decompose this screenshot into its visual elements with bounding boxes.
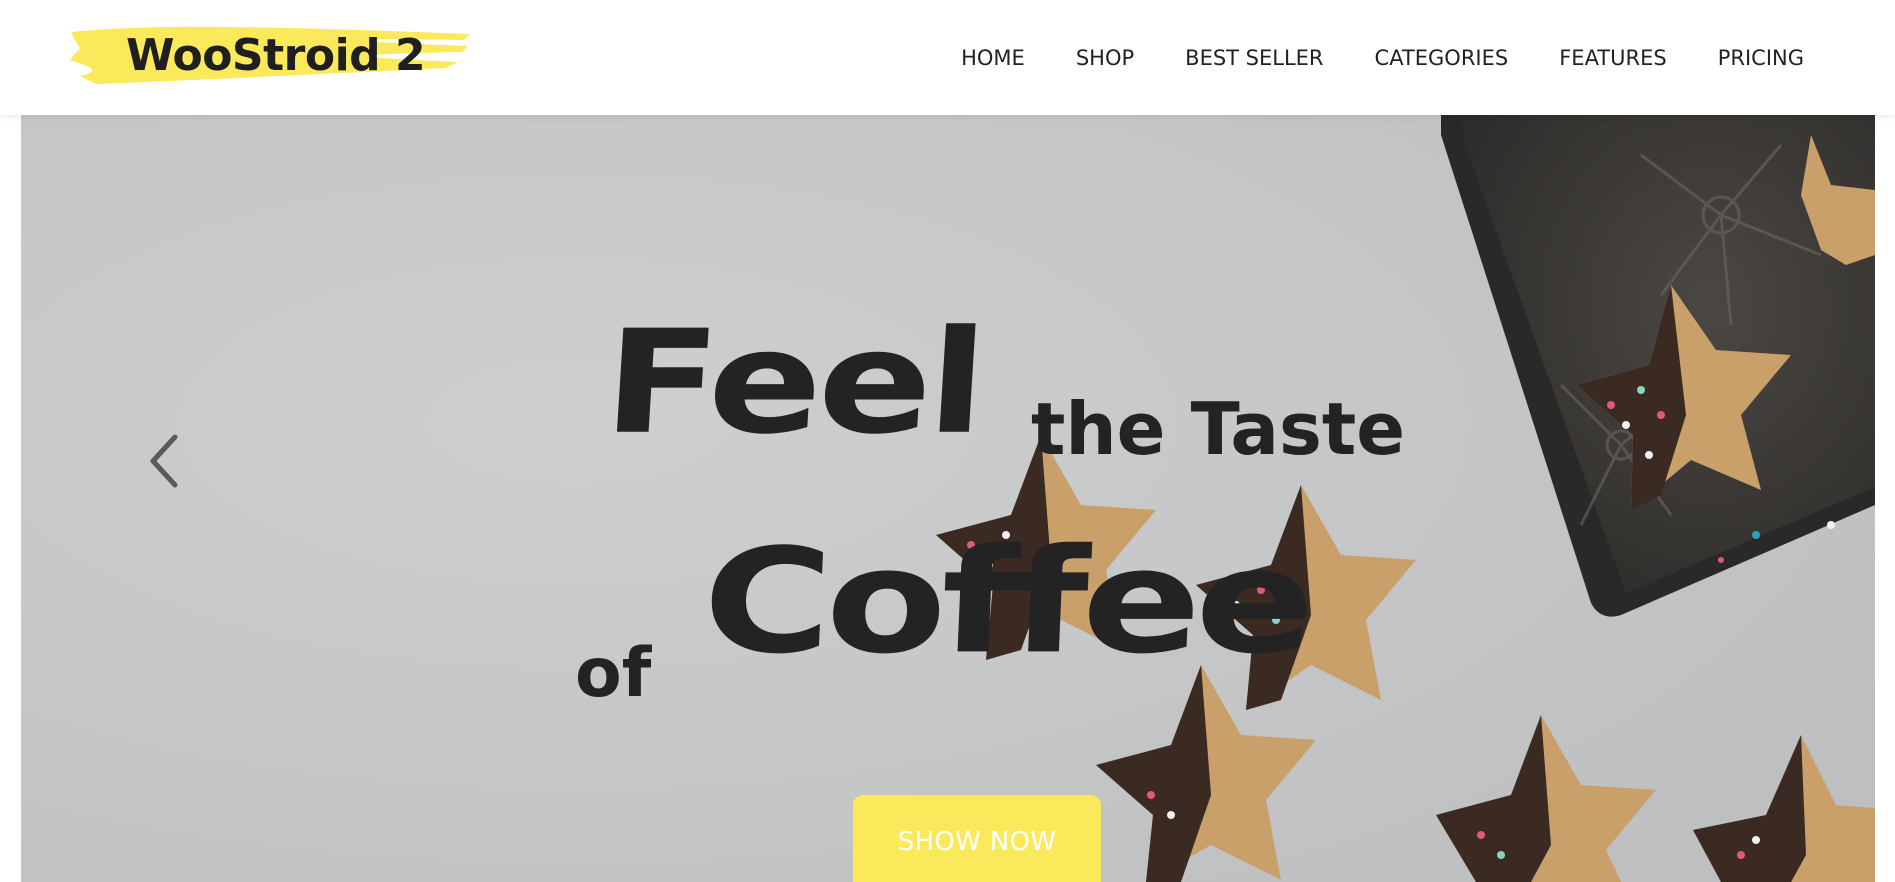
- nav-item-home[interactable]: HOME: [961, 46, 1025, 70]
- headline-word-the-taste: the Taste: [1031, 387, 1406, 471]
- main-nav: HOME SHOP BEST SELLER CATEGORIES FEATURE…: [910, 0, 1804, 115]
- logo-text: WooStroid 2: [126, 30, 426, 81]
- show-now-label: SHOW NOW: [897, 827, 1057, 857]
- headline-word-feel: Feel: [599, 299, 988, 466]
- nav-item-shop[interactable]: SHOP: [1076, 46, 1134, 70]
- hero-slider: Feel the Taste of Coffee SHOW NOW: [21, 115, 1875, 882]
- nav-item-pricing[interactable]: PRICING: [1718, 46, 1804, 70]
- site-header: WooStroid 2 HOME SHOP BEST SELLER CATEGO…: [0, 0, 1895, 115]
- nav-item-features[interactable]: FEATURES: [1559, 46, 1666, 70]
- show-now-button[interactable]: SHOW NOW: [853, 795, 1101, 882]
- headline-word-coffee: Coffee: [699, 517, 1313, 686]
- nav-item-best-seller[interactable]: BEST SELLER: [1185, 46, 1323, 70]
- site-logo[interactable]: WooStroid 2: [66, 22, 476, 92]
- nav-item-categories[interactable]: CATEGORIES: [1375, 46, 1509, 70]
- hero-headline: Feel the Taste of Coffee: [21, 115, 1875, 882]
- headline-word-of: of: [575, 634, 652, 713]
